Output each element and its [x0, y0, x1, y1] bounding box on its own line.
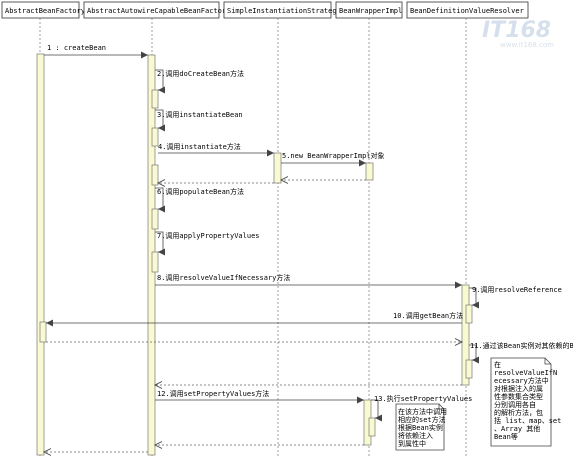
activation-bar — [465, 359, 473, 379]
activation-bar — [368, 417, 376, 437]
note-line: 对根据注入的属 — [494, 384, 543, 393]
message-1-label: 1 : createBean — [47, 44, 106, 52]
wrapper-note: 在该方法中调用 相应的set方法 根据Bean实例 将依赖注入 到属性中 — [395, 403, 447, 451]
activation-bar — [151, 89, 159, 109]
note-line: 的解析方法，包 — [494, 408, 543, 417]
activation-bar — [151, 208, 159, 230]
message-11-label: 11.通过该Bean实例对其依赖的Bean — [470, 341, 573, 350]
participant-label: SimpleInstantiationStrategy — [227, 7, 341, 15]
message-8-label: 8.调用resolveValueIfNecessary方法 — [157, 273, 290, 282]
activation-bar — [151, 251, 159, 273]
message-2-label: 2.调用doCreateBean方法 — [157, 69, 244, 78]
activation-bar — [36, 53, 45, 456]
participant-value-resolver: BeanDefinitionValueResolver — [406, 1, 529, 19]
participant-label: BeanWrapperImpl — [339, 7, 402, 15]
activation-bar — [273, 152, 282, 184]
activation-bar — [151, 164, 159, 186]
note-line: 在该方法中调用 — [398, 407, 447, 416]
note-line: 根据Bean实例 — [398, 423, 443, 432]
note-line: 括 list、map、set — [494, 416, 561, 425]
resolver-note: 在 resolveValueIfN ecessary方法中 对根据注入的属 性参… — [490, 357, 561, 447]
note-line: 性参数集合类型 — [494, 392, 543, 401]
watermark-brand: IT168 — [482, 18, 551, 43]
message-3-label: 3.调用instantiateBean — [157, 110, 243, 119]
message-12-label: 12.调用setPropertyValues方法 — [157, 389, 269, 398]
note-line: 在 — [494, 360, 501, 369]
watermark: IT168 www.it168.com — [482, 18, 554, 49]
note-line: ecessary方法中 — [494, 376, 549, 385]
note-line: Bean等 — [494, 432, 518, 441]
activation-bar — [465, 304, 473, 324]
message-4-label: 4.调用instantiate方法 — [158, 142, 241, 151]
note-line: 将依赖注入 — [398, 431, 433, 440]
participant-autowire-factory: AbstractAutowireCapableBeanFactory — [83, 1, 230, 19]
message-10-label: 10.调用getBean方法 — [393, 311, 463, 320]
sequence-diagram: IT168 www.it168.com AbstractBeanFactory … — [1, 1, 573, 458]
participant-label: BeanDefinitionValueResolver — [410, 7, 524, 15]
note-line: 分别调用各自 — [494, 400, 536, 409]
note-line: resolveValueIfN — [494, 369, 557, 377]
participant-instantiation-strategy: SimpleInstantiationStrategy — [223, 1, 341, 19]
note-line: 、Array 其他 — [494, 424, 540, 433]
message-5-label: 5.new BeanWrapperImpl对象 — [282, 151, 385, 160]
participant-bean-wrapper: BeanWrapperImpl — [335, 1, 403, 19]
message-6-label: 6.调用populateBean方法 — [157, 187, 244, 196]
message-9-label: 9.调用resolveReference — [472, 285, 562, 294]
note-line: 相应的set方法 — [398, 415, 446, 424]
message-7-label: 7.调用applyPropertyValues — [157, 231, 260, 240]
participant-abstract-bean-factory: AbstractBeanFactory — [1, 1, 85, 19]
participant-label: AbstractAutowireCapableBeanFactory — [87, 7, 230, 15]
watermark-site: www.it168.com — [500, 41, 554, 49]
activation-bar — [365, 162, 374, 181]
activation-bar — [39, 321, 47, 343]
participant-label: AbstractBeanFactory — [5, 7, 85, 15]
message-13-label: 13.执行setPropertyValues — [374, 394, 472, 403]
note-line: 到属性中 — [398, 439, 426, 448]
